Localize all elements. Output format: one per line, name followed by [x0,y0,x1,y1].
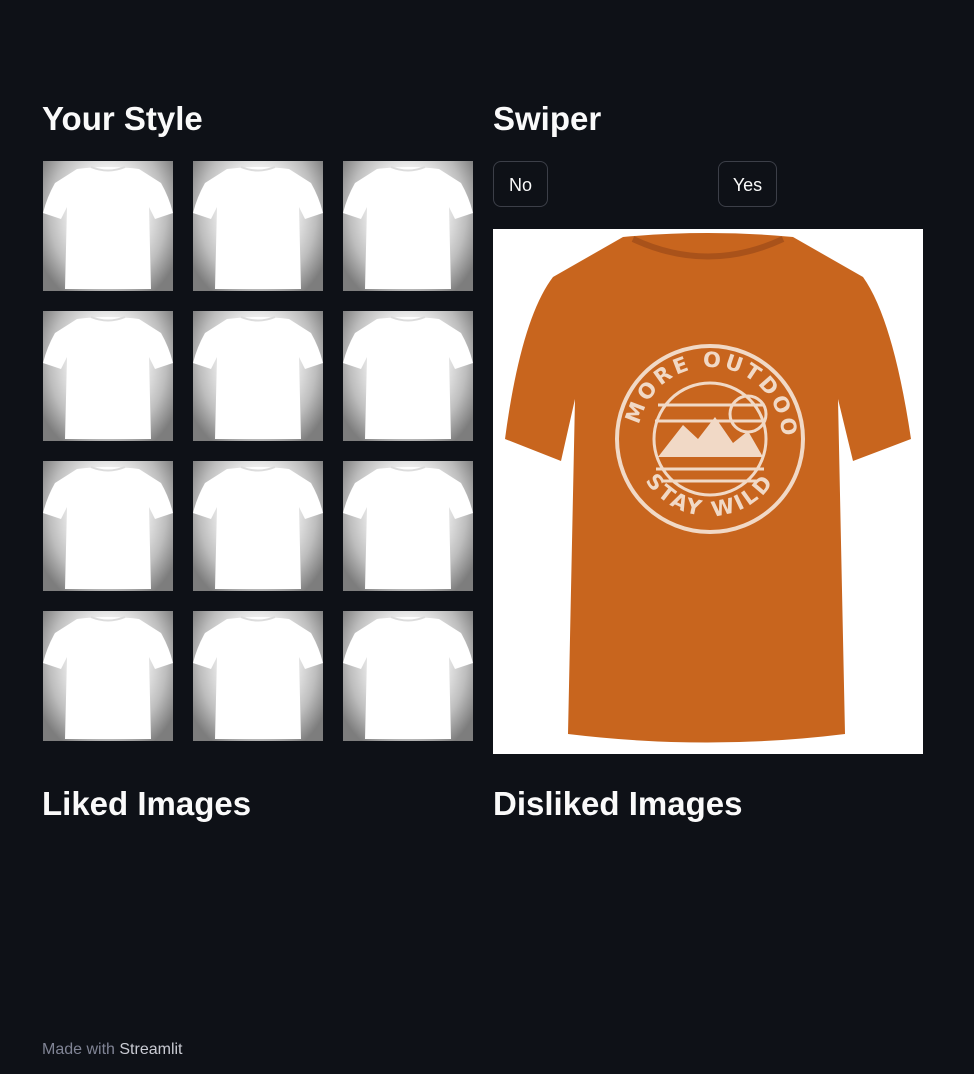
app-page: Your Style Swiper No Yes DO MORE OUT [0,0,974,1074]
white-tshirt-image [193,616,323,739]
yes-button[interactable]: Yes [718,161,777,207]
white-tshirt-image [343,616,473,739]
style-grid-item [343,611,473,741]
style-grid-item [43,611,173,741]
style-grid-item [193,161,323,291]
white-tshirt-image [43,166,173,289]
style-image-grid [43,161,473,741]
orange-tshirt-image: DO MORE OUTDOORS STAY WILD [493,229,911,743]
your-style-heading: Your Style [42,100,203,137]
white-tshirt-image [193,316,323,439]
white-tshirt-image [193,466,323,589]
swiper-heading: Swiper [493,100,602,137]
footer-prefix: Made with [42,1041,120,1058]
style-grid-item [43,461,173,591]
no-button[interactable]: No [493,161,548,207]
style-grid-item [193,311,323,441]
current-item-image: DO MORE OUTDOORS STAY WILD [493,229,923,754]
disliked-images-heading: Disliked Images [493,785,743,822]
style-grid-item [43,161,173,291]
white-tshirt-image [43,616,173,739]
white-tshirt-image [343,466,473,589]
streamlit-link[interactable]: Streamlit [119,1041,182,1058]
style-grid-item [343,311,473,441]
style-grid-item [43,311,173,441]
white-tshirt-image [43,466,173,589]
style-grid-item [193,611,323,741]
white-tshirt-image [343,316,473,439]
style-grid-item [343,161,473,291]
white-tshirt-image [43,316,173,439]
style-grid-item [343,461,473,591]
white-tshirt-image [193,166,323,289]
tshirt-shape [505,233,911,743]
liked-images-heading: Liked Images [42,785,252,822]
footer: Made with Streamlit [42,1039,183,1061]
white-tshirt-image [343,166,473,289]
style-grid-item [193,461,323,591]
